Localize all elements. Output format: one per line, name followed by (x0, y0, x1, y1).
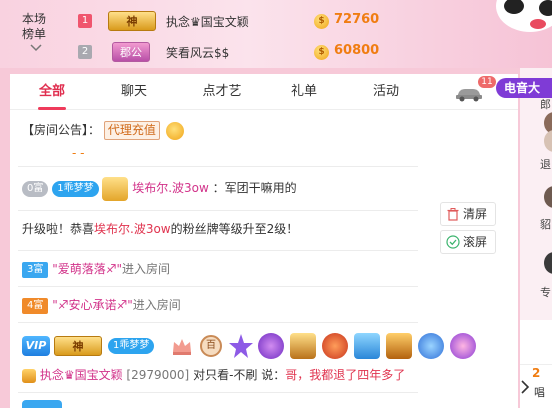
side-label: 专 (540, 286, 551, 299)
check-circle-icon (446, 235, 460, 249)
fan-badge: 1乖梦梦 (108, 338, 155, 354)
tab-talent[interactable]: 点才艺 (192, 74, 252, 110)
enter-user[interactable]: "♐安心承诺♐" (52, 298, 133, 312)
announcement-label: 【房间公告】： (22, 123, 101, 137)
upgrade-user[interactable]: 埃布尔.波3ow (94, 222, 171, 236)
medal-icon (22, 368, 36, 383)
music-room-pill[interactable]: 电音大 (496, 78, 552, 98)
side-bottom-text: 唱 (534, 386, 545, 399)
coin-icon (314, 14, 329, 29)
chevron-right-icon[interactable] (520, 380, 530, 394)
vip-badge-icon: VIP (22, 336, 50, 356)
divider (18, 250, 418, 251)
enter-user[interactable]: "爱萌落落♐" (52, 262, 122, 276)
grin-emoji-icon (165, 121, 184, 140)
enter-message: 3富 "爱萌落落♐"进入房间 (22, 260, 170, 278)
car-icon[interactable] (454, 86, 484, 102)
rank-bar: 本场 榜单 1 神 执念♛国宝文颖 72760 2 郡公 笑看风云$$ 6080… (0, 0, 552, 68)
system-message: 升级啦！恭喜埃布尔.波3ow的粉丝牌等级升至2级！ (22, 220, 298, 238)
coin-icon (314, 45, 329, 60)
fan-badge: 1乖梦梦 (52, 180, 99, 197)
crown-badge-icon (102, 176, 129, 201)
side-panel-lower: 2 唱 (520, 320, 552, 408)
divider (18, 210, 418, 211)
auto-scroll-label: 滚屏 (463, 235, 488, 249)
room-announcement: 【房间公告】： 代理充值 (22, 120, 184, 142)
announcement-tag[interactable]: 代理充值 (103, 121, 160, 140)
rank-number: 2 (78, 45, 92, 59)
auto-scroll-button[interactable]: 滚屏 (440, 230, 496, 254)
chevron-down-icon[interactable] (30, 44, 42, 52)
duke-badge-icon: 郡公 (112, 42, 150, 62)
rank-user-name[interactable]: 执念♛国宝文颖 (166, 13, 249, 30)
rank-title-line1: 本场 (21, 12, 46, 26)
divider (18, 322, 418, 323)
rank-row[interactable]: 1 神 执念♛国宝文颖 72760 (78, 10, 478, 32)
side-label: 退 (540, 158, 551, 171)
message-user[interactable]: 埃布尔.波3ow (132, 181, 209, 195)
god-badge-icon: 神 (108, 11, 156, 31)
rank-score: 72760 (334, 12, 380, 27)
tab-chat[interactable]: 聊天 (110, 74, 158, 110)
tab-gift-list[interactable]: 礼单 (280, 74, 328, 110)
purple-star-icon (229, 334, 253, 358)
vip-gold-icon (290, 333, 316, 359)
rich-level-badge: 0富 (22, 180, 49, 197)
rich-level-badge: 4富 (22, 297, 49, 314)
message-target[interactable]: 对只看-不刷 (193, 368, 257, 382)
upgrade-prefix: 升级啦！恭喜 (22, 222, 95, 236)
gold-bars-icon (386, 333, 412, 359)
orange-emblem-icon (322, 333, 348, 359)
side-bottom-num: 2 (532, 366, 541, 380)
message-say: 说： (261, 368, 286, 382)
badges-row: VIP 神 1乖梦梦 百 (22, 332, 502, 360)
announcement-dashes: - - (72, 146, 85, 160)
car-count-badge: 11 (478, 76, 496, 88)
god-badge-icon: 神 (54, 336, 102, 356)
rank-user-name[interactable]: 笑看风云$$ (166, 44, 229, 61)
rich-level-badge: 3富 (22, 261, 49, 278)
partial-badge (22, 400, 62, 408)
blue-orb-icon (418, 333, 444, 359)
rank-title-line2: 榜单 (21, 27, 46, 41)
chat-message: 执念♛国宝文颖 [2979000] 对只看-不刷 说：哥，我都退了四年多了 (22, 366, 405, 384)
clear-screen-button[interactable]: 清屏 (440, 202, 496, 226)
clear-screen-label: 清屏 (463, 207, 488, 221)
divider (18, 166, 418, 167)
chat-panel: 全部 聊天 点才艺 礼单 活动 【房间公告】： 代理充值 - - 0富 1乖梦梦… (10, 74, 518, 408)
side-label: 貂 (540, 218, 551, 231)
enter-text: 进入房间 (132, 298, 181, 312)
chat-message: 0富 1乖梦梦 埃布尔.波3ow ：军团干嘛用的 (22, 176, 297, 201)
purple-emblem-icon (258, 333, 284, 359)
tab-bar: 全部 聊天 点才艺 礼单 活动 (10, 74, 518, 110)
tab-activity[interactable]: 活动 (362, 74, 410, 110)
rank-score: 60800 (334, 43, 380, 58)
message-user[interactable]: 执念♛国宝文颖 (40, 368, 123, 382)
enter-message: 4富 "♐安心承诺♐"进入房间 (22, 296, 181, 314)
side-label: 郎 (540, 98, 551, 111)
enter-text: 进入房间 (122, 262, 171, 276)
message-uid: [2979000] (126, 368, 190, 382)
divider (18, 392, 418, 393)
upgrade-suffix: 的粉丝牌等级升至2级！ (170, 222, 299, 236)
rank-row[interactable]: 2 郡公 笑看风云$$ 60800 (78, 41, 478, 63)
crown-icon (173, 339, 191, 355)
rank-title: 本场 榜单 (14, 12, 54, 42)
hundred-badge-icon: 百 (200, 335, 222, 357)
trash-icon (447, 208, 459, 221)
tab-all[interactable]: 全部 (28, 74, 76, 110)
divider (18, 286, 418, 287)
tab-underline (38, 107, 66, 110)
blue-gift-icon (354, 333, 380, 359)
message-text: 哥，我都退了四年多了 (285, 368, 406, 382)
heart-orb-icon (450, 333, 476, 359)
panda-decoration-icon (496, 0, 552, 32)
rank-number: 1 (78, 14, 92, 28)
message-text: ：军团干嘛用的 (212, 181, 297, 195)
